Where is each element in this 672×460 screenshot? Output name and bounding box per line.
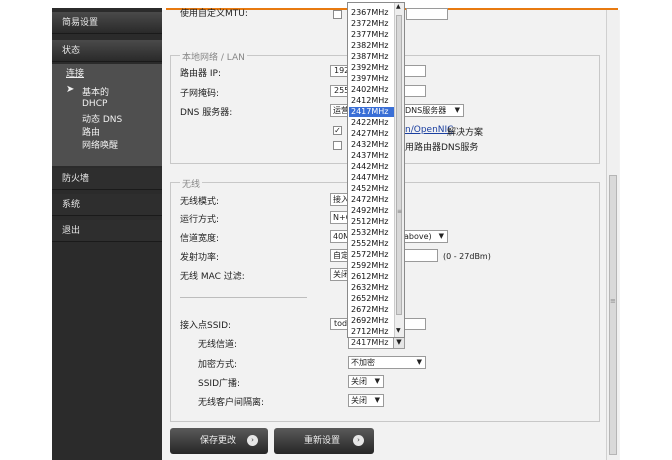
- channel-option[interactable]: 2712MHz: [349, 327, 396, 337]
- channel-option[interactable]: 2382MHz: [349, 41, 396, 51]
- save-button-label: 保存更改: [200, 436, 237, 446]
- channel-option[interactable]: 2372MHz: [349, 19, 396, 29]
- submenu-wol[interactable]: 网络唤醒: [82, 138, 118, 151]
- save-button[interactable]: 保存更改 ›: [170, 428, 268, 454]
- width-label: 信道宽度:: [180, 234, 220, 244]
- mtu-checkbox[interactable]: [333, 10, 342, 19]
- mac-filter-label: 无线 MAC 过滤:: [180, 272, 245, 282]
- channel-option[interactable]: 2397MHz: [349, 74, 396, 84]
- mtu-label: 使用自定义MTU:: [180, 9, 248, 19]
- nav-system[interactable]: 系统: [52, 194, 162, 216]
- channel-dropdown-list[interactable]: 2367MHz 2372MHz 2377MHz 2382MHz 2387MHz 2392M…: [347, 2, 405, 338]
- submenu-routing[interactable]: 路由: [82, 125, 100, 138]
- dropdown-scrollbar[interactable]: ▲ ≡ ▼: [394, 3, 404, 337]
- channel-label: 无线信道:: [198, 340, 238, 350]
- submenu-ddns[interactable]: 动态 DNS: [82, 112, 122, 125]
- power-label: 发射功率:: [180, 253, 220, 263]
- scroll-down-icon[interactable]: ▼: [396, 327, 401, 334]
- opennic-checkbox[interactable]: ✓: [333, 126, 342, 135]
- isolation-select[interactable]: 关闭 ▼: [348, 394, 384, 407]
- divider: [180, 297, 307, 298]
- nav-easy-setup[interactable]: 简易设置: [52, 12, 162, 34]
- encrypt-label: 加密方式:: [198, 360, 238, 370]
- nav-status[interactable]: 状态: [52, 40, 162, 62]
- nav-firewall[interactable]: 防火墙: [52, 168, 162, 190]
- dns-label: DNS 服务器:: [180, 108, 233, 118]
- mode-label: 无线模式:: [180, 197, 220, 207]
- router-dns-text: 用路由器DNS服务: [405, 143, 479, 153]
- channel-option[interactable]: 2452MHz: [349, 184, 396, 194]
- channel-option[interactable]: 2432MHz: [349, 140, 396, 150]
- channel-option[interactable]: 2387MHz: [349, 52, 396, 62]
- opennic-suffix: 解决方案: [447, 128, 484, 138]
- channel-option[interactable]: 2402MHz: [349, 85, 396, 95]
- channel-option[interactable]: 2367MHz: [349, 8, 396, 18]
- chevron-down-icon: ▼: [374, 396, 380, 404]
- chevron-down-icon: ▼: [438, 232, 444, 240]
- status-submenu: 连接 ➤ 基本的 DHCP 动态 DNS 路由 网络唤醒: [52, 64, 162, 166]
- broadcast-label: SSID广播:: [198, 379, 241, 389]
- scrollbar-thumb[interactable]: [609, 175, 617, 455]
- encrypt-select[interactable]: 不加密 ▼: [348, 356, 426, 369]
- dns-select-right-text: DNS服务器: [405, 106, 447, 115]
- grip-icon: ≡: [610, 297, 616, 305]
- channel-option[interactable]: 2612MHz: [349, 272, 396, 282]
- grip-icon: ≡: [397, 208, 403, 215]
- broadcast-select[interactable]: 关闭 ▼: [348, 375, 384, 388]
- isolation-select-text: 关闭: [351, 396, 367, 405]
- channel-option[interactable]: 2442MHz: [349, 162, 396, 172]
- chevron-down-icon: ▼: [416, 358, 422, 366]
- reset-button-label: 重新设置: [304, 436, 341, 446]
- arrow-right-icon: ›: [247, 435, 258, 446]
- channel-option[interactable]: 2552MHz: [349, 239, 396, 249]
- reset-button[interactable]: 重新设置 ›: [274, 428, 374, 454]
- channel-option[interactable]: 2492MHz: [349, 206, 396, 216]
- isolation-label: 无线客户间隔离:: [198, 398, 265, 408]
- router-dns-checkbox[interactable]: [333, 141, 342, 150]
- channel-option[interactable]: 2672MHz: [349, 305, 396, 315]
- lan-legend: 本地网络 / LAN: [180, 50, 247, 63]
- channel-option[interactable]: 2422MHz: [349, 118, 396, 128]
- power-range: (0 - 27dBm): [443, 252, 491, 261]
- submenu-connection[interactable]: 连接: [66, 66, 84, 79]
- subnet-label: 子网掩码:: [180, 89, 220, 99]
- scroll-up-icon[interactable]: ▲: [396, 3, 401, 10]
- channel-option[interactable]: 2572MHz: [349, 250, 396, 260]
- chevron-down-icon: ▼: [374, 377, 380, 385]
- arrow-right-icon: ›: [353, 435, 364, 446]
- channel-select-text: 2417MHz: [351, 338, 389, 347]
- nav-logout[interactable]: 退出: [52, 220, 162, 242]
- dropdown-scroll-thumb[interactable]: [396, 15, 402, 315]
- wireless-legend: 无线: [180, 177, 203, 190]
- mtu-input[interactable]: [406, 8, 448, 20]
- channel-option[interactable]: 2532MHz: [349, 228, 396, 238]
- width-select-right-text: above): [404, 232, 432, 241]
- channel-option[interactable]: 2427MHz: [349, 129, 396, 139]
- channel-option[interactable]: 2632MHz: [349, 283, 396, 293]
- active-arrow-icon: ➤: [66, 84, 75, 95]
- chevron-down-icon: ▼: [454, 106, 460, 114]
- ssid-label: 接入点SSID:: [180, 321, 232, 331]
- broadcast-select-text: 关闭: [351, 377, 367, 386]
- channel-option[interactable]: 2447MHz: [349, 173, 396, 183]
- page-scrollbar[interactable]: ≡: [606, 10, 619, 460]
- channel-option[interactable]: 2512MHz: [349, 217, 396, 227]
- sidebar: 简易设置 状态 连接 ➤ 基本的 DHCP 动态 DNS 路由 网络唤醒 防火墙…: [52, 8, 162, 460]
- submenu-dhcp[interactable]: DHCP: [82, 99, 107, 109]
- channel-option[interactable]: 2392MHz: [349, 63, 396, 73]
- submenu-basic[interactable]: 基本的: [82, 85, 109, 98]
- encrypt-select-text: 不加密: [351, 358, 375, 367]
- channel-option[interactable]: 2692MHz: [349, 316, 396, 326]
- channel-option[interactable]: 2377MHz: [349, 30, 396, 40]
- router-ip-label: 路由器 IP:: [180, 69, 221, 79]
- chevron-down-icon: ▼: [393, 337, 404, 348]
- channel-option[interactable]: 2472MHz: [349, 195, 396, 205]
- op-label: 运行方式:: [180, 215, 220, 225]
- channel-option[interactable]: 2412MHz: [349, 96, 396, 106]
- channel-option[interactable]: 2437MHz: [349, 151, 396, 161]
- channel-option[interactable]: 2592MHz: [349, 261, 396, 271]
- channel-option[interactable]: 2417MHz: [349, 107, 396, 117]
- channel-option[interactable]: 2652MHz: [349, 294, 396, 304]
